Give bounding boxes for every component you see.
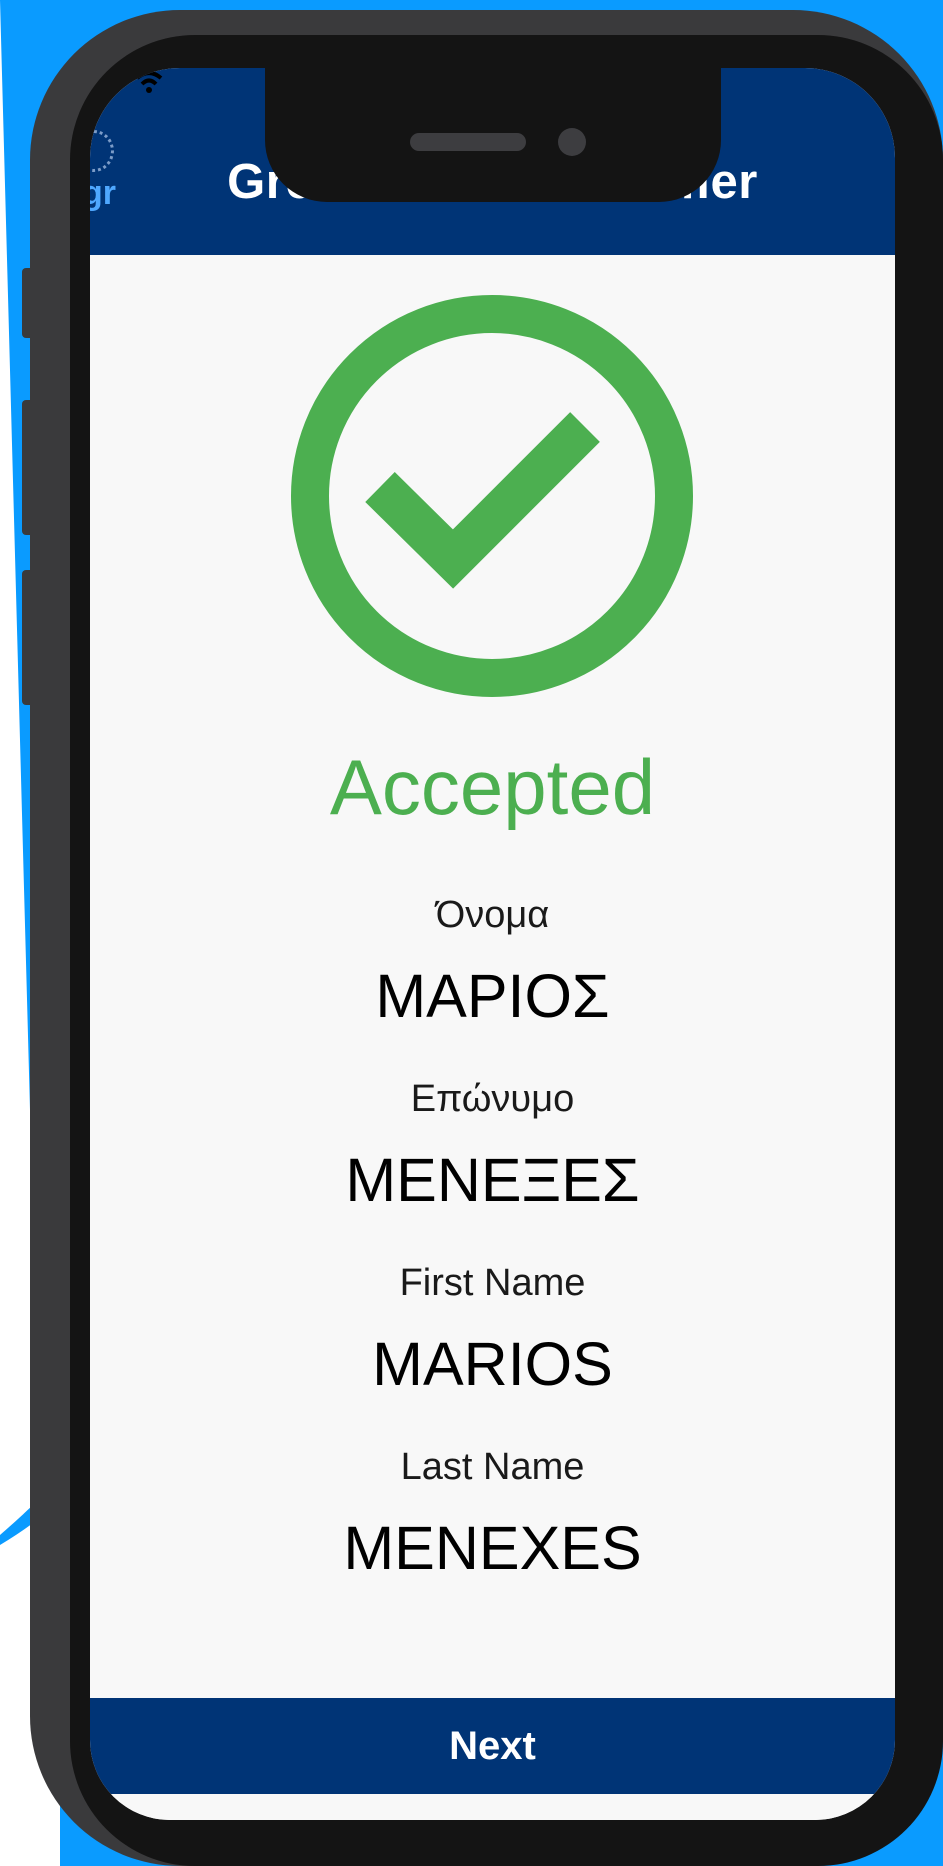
last-name-value: MENEXES: [343, 1514, 642, 1582]
front-camera: [558, 128, 586, 156]
verification-status: Accepted: [329, 743, 656, 831]
greek-first-name-value: ΜΑΡΙΟΣ: [375, 962, 610, 1030]
home-indicator-area: [90, 1794, 895, 1820]
greek-last-name-value: ΜΕΝΕΞΕΣ: [345, 1146, 640, 1214]
greek-first-name-label: Όνομα: [435, 894, 550, 936]
device-notch: [265, 68, 721, 202]
check-circle-icon: [291, 295, 693, 697]
first-name-value: MARIOS: [372, 1330, 613, 1398]
last-name-label: Last Name: [400, 1446, 585, 1488]
app-screen: gr Greek EU DCC Verifier Accepted Όνομα …: [90, 68, 895, 1820]
next-button[interactable]: Next: [90, 1698, 895, 1794]
speaker-grille: [410, 133, 526, 151]
wifi-icon: [135, 71, 163, 93]
first-name-label: First Name: [399, 1262, 586, 1304]
greek-last-name-label: Επώνυμο: [410, 1078, 575, 1120]
